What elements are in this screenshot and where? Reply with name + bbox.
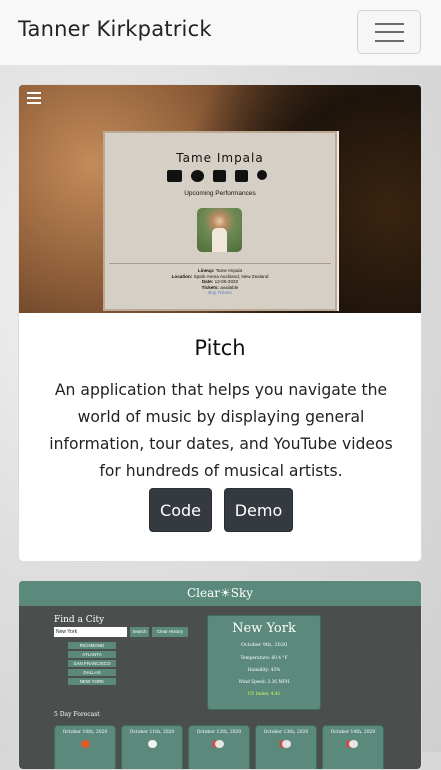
forecast-date: October 13th, 2020: [263, 730, 309, 735]
brand-name[interactable]: Tanner Kirkpatrick: [18, 17, 212, 41]
calendar-icon: [213, 170, 226, 182]
navbar: Tanner Kirkpatrick: [0, 0, 441, 66]
weather-header: Clear☀Sky: [19, 581, 421, 606]
hamburger-menu-icon: [27, 92, 41, 104]
forecast-day-card: October 10th, 2020: [54, 725, 116, 769]
city-history-item[interactable]: NEW YORK: [68, 678, 116, 685]
clear-history-button[interactable]: Clear History: [152, 627, 188, 637]
forecast-label: 5 Day Forecast: [54, 711, 100, 718]
forecast-day-card: October 14th, 2020: [322, 725, 384, 769]
search-icon: [257, 170, 267, 180]
forecast-day-card: October 13th, 2020: [255, 725, 317, 769]
divider: [109, 263, 331, 264]
navbar-toggle-button[interactable]: [357, 10, 421, 54]
forecast-date: October 12th, 2020: [196, 730, 242, 735]
project-card-pitch: Tame Impala Upcoming Performances Lineup…: [18, 84, 422, 562]
city-history-item[interactable]: DALLAS: [68, 669, 116, 676]
info-icon: [191, 170, 204, 182]
preview-artist-title: Tame Impala: [176, 151, 264, 165]
current-uv: UV Index: 4.41: [247, 692, 281, 697]
event-info: Lineup: Tame Impala Location: Spark Aren…: [165, 268, 275, 296]
list-icon: [235, 170, 248, 182]
find-city-label: Find a City: [54, 615, 105, 625]
current-wind: Wind Speed: 3.36 MPH: [238, 680, 290, 685]
project-screenshot: Clear☀Sky Find a City New York Search Cl…: [19, 581, 421, 769]
preview-icon-row: [167, 170, 277, 184]
buy-tickets-link[interactable]: Buy Tickets: [165, 290, 275, 296]
city-history-item[interactable]: RICHMOND: [68, 642, 116, 649]
current-temperature: Temperature: 60.4 °F: [240, 656, 288, 661]
current-date: October 9th, 2020: [240, 642, 288, 648]
weather-icon: [81, 740, 90, 748]
rain-cloud-icon: [349, 740, 358, 748]
current-city: New York: [232, 621, 296, 636]
forecast-date: October 10th, 2020: [62, 730, 108, 735]
demo-button[interactable]: Demo: [224, 488, 293, 532]
forecast-day-card: October 11th, 2020: [121, 725, 183, 769]
forecast-date: October 11th, 2020: [129, 730, 175, 735]
code-button[interactable]: Code: [149, 488, 212, 532]
cloud-icon: [148, 740, 157, 748]
project-description: An application that helps you navigate t…: [49, 381, 393, 480]
current-weather-panel: New York October 9th, 2020 Temperature: …: [207, 615, 321, 710]
artist-photo: [197, 208, 242, 252]
project-screenshot: Tame Impala Upcoming Performances Lineup…: [19, 85, 421, 313]
city-history-item[interactable]: ATLANTA: [68, 651, 116, 658]
preview-subtitle: Upcoming Performances: [184, 190, 256, 197]
project-title: Pitch: [194, 336, 246, 360]
forecast-date: October 14th, 2020: [330, 730, 376, 735]
city-history-item[interactable]: SAN FRANCISCO: [68, 660, 116, 667]
rain-cloud-icon: [282, 740, 291, 748]
project-card-weather: Clear☀Sky Find a City New York Search Cl…: [18, 580, 422, 770]
search-button[interactable]: Search: [130, 627, 149, 637]
current-humidity: Humidity: 43%: [247, 668, 281, 673]
search-input[interactable]: New York: [54, 627, 127, 637]
rain-cloud-icon: [215, 740, 224, 748]
forecast-day-card: October 12th, 2020: [188, 725, 250, 769]
weather-logo: Clear☀Sky: [186, 586, 254, 600]
youtube-icon: [167, 170, 182, 182]
preview-panel: Tame Impala Upcoming Performances Lineup…: [103, 131, 337, 311]
